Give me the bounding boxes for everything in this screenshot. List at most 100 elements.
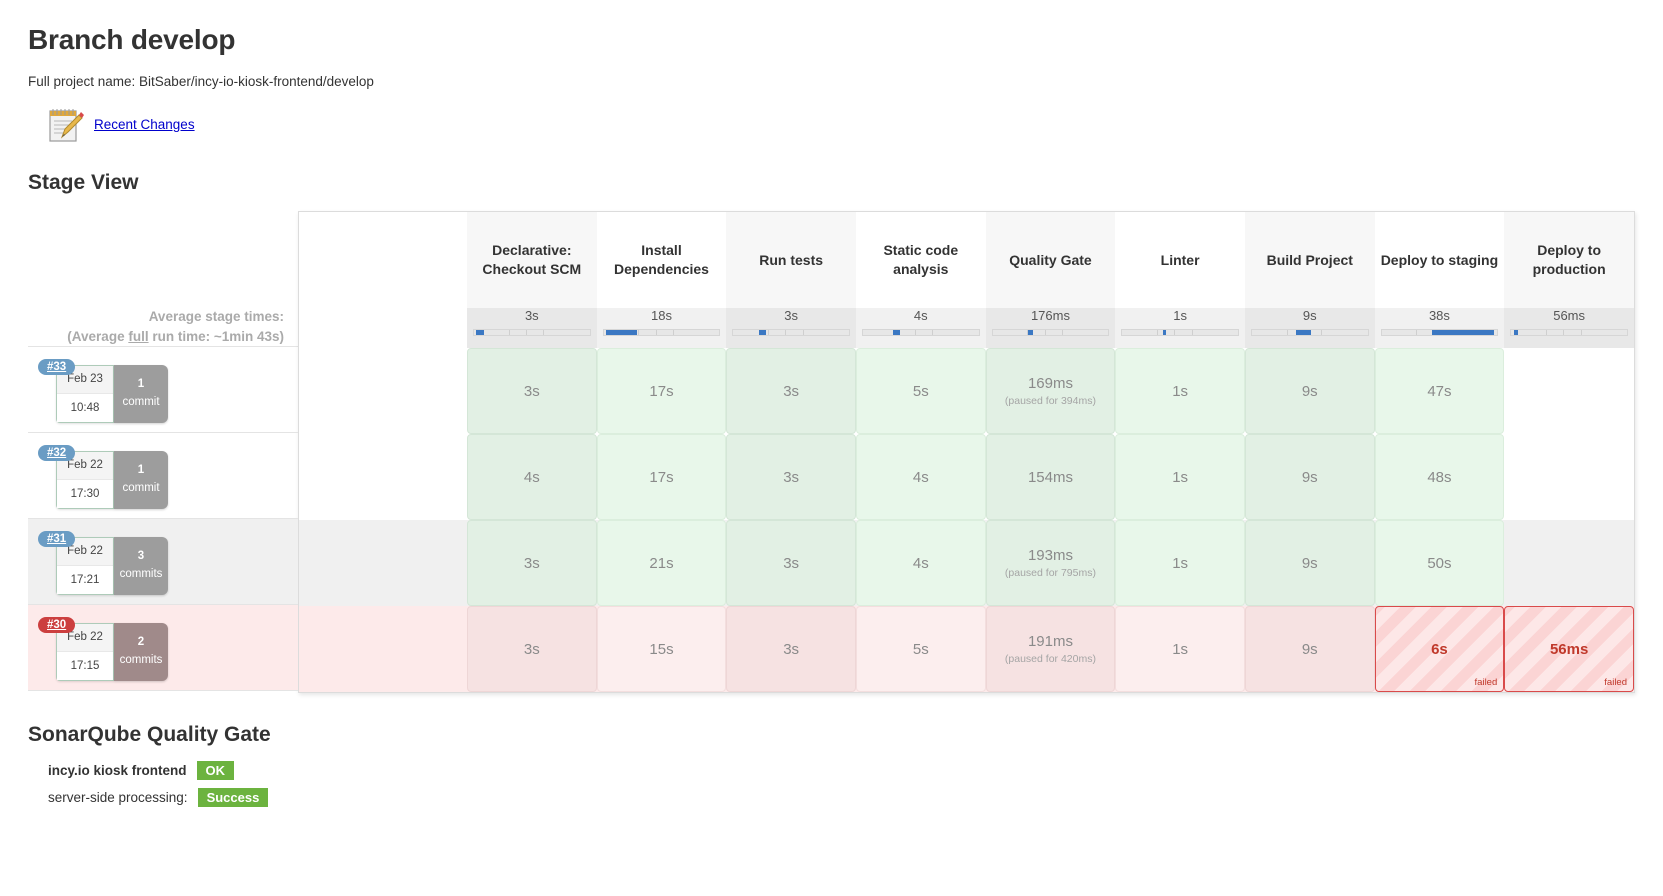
sonarqube-section: SonarQube Quality Gate incy.io kiosk fro… [28,723,1635,807]
build-row: #31 Feb 22 17:21 3 commits [28,519,298,606]
stage-cell [1504,348,1634,434]
avg-line-1: Average stage times: [148,309,284,324]
stage-header-deploy-to-production[interactable]: Deploy to production [1504,212,1634,308]
stage-header-declarative-checkout-scm[interactable]: Declarative: Checkout SCM [467,212,597,308]
stage-header-row: Declarative: Checkout SCM Install Depende… [299,212,1634,308]
stage-cell-paused: (paused for 420ms) [1004,653,1096,665]
stage-cell-box[interactable]: 6s failed [1374,606,1505,692]
stage-cell-box[interactable]: 3s [467,348,597,434]
stage-cell-box[interactable]: 4s [855,520,986,606]
recent-changes-link[interactable]: Recent Changes [94,117,195,132]
stage-cell-box[interactable]: 9s [1244,520,1375,606]
stage-header-static-code-analysis[interactable]: Static code analysis [855,212,986,308]
stage-cell-box[interactable]: 4s [855,434,986,520]
stage-cell-duration: 5s [912,640,929,658]
stage-cell-box[interactable]: 50s [1374,520,1505,606]
build-rows: #33 Feb 23 10:48 1 commit #32 Feb 22 17:30 1 comm… [28,346,298,692]
stage-cell-box[interactable]: 5s [855,606,986,692]
stage-cell-duration: 3s [783,468,800,486]
stage-cell-duration: 3s [783,554,800,572]
stage-cell-box[interactable]: 1s [1115,434,1245,520]
stage-cell-duration: 3s [523,382,540,400]
stage-row: 3s 21s 3s 4s 193ms (paused for 795ms) 1s 9s 50s [299,520,1634,606]
stage-average-time: 3s [784,308,798,323]
stage-cell-duration: 48s [1427,468,1452,486]
stage-cell-box[interactable]: 15s [596,606,727,692]
stage-cell-box[interactable]: 3s [467,520,597,606]
stage-cell: 6s failed [1374,606,1505,692]
stage-cell-box[interactable]: 1s [1115,520,1245,606]
build-row: #30 Feb 22 17:15 2 commits [28,605,298,692]
sonarqube-title: SonarQube Quality Gate [28,723,271,746]
stage-cell-box[interactable]: 169ms (paused for 394ms) [985,348,1116,434]
stage-cell-box[interactable]: 3s [726,606,856,692]
build-row: #33 Feb 23 10:48 1 commit [28,347,298,434]
build-commit-box[interactable]: 2 commits [114,622,168,681]
stage-cell-box[interactable]: 1s [1115,348,1245,434]
stage-cell-box[interactable]: 48s [1374,434,1505,520]
stage-cell-duration: 3s [523,554,540,572]
stage-cell-box[interactable]: 3s [726,520,856,606]
build-number-badge[interactable]: #31 [38,531,76,548]
stage-cell-box[interactable]: 9s [1244,606,1375,692]
stage-cell-duration: 56ms [1549,640,1589,658]
stage-cell: 47s [1374,348,1505,434]
stage-header-quality-gate[interactable]: Quality Gate [985,212,1116,308]
build-number-badge[interactable]: #33 [38,359,76,376]
stage-cell-duration: 9s [1301,468,1318,486]
build-card[interactable]: Feb 23 10:48 1 commit [56,364,168,423]
stage-cell-box[interactable]: 193ms (paused for 795ms) [985,520,1116,606]
build-card[interactable]: Feb 22 17:21 3 commits [56,536,168,595]
stage-cell-duration: 3s [783,382,800,400]
build-row: #32 Feb 22 17:30 1 commit [28,433,298,520]
stage-cell: 3s [726,434,856,520]
stage-cell-box[interactable]: 21s [596,520,727,606]
stages-table: Declarative: Checkout SCM Install Depende… [299,212,1634,692]
stage-cell: 3s [467,520,597,606]
stage-cell: 48s [1374,434,1505,520]
build-commit-box[interactable]: 3 commits [114,536,168,595]
build-commit-box[interactable]: 1 commit [114,364,168,423]
stage-cell-box[interactable]: 9s [1244,434,1375,520]
stage-cell: 3s [726,348,856,434]
status-badge[interactable]: Success [197,788,269,807]
stage-cell: 5s [855,348,986,434]
stage-cell-box[interactable]: 154ms [985,434,1116,520]
stage-cell-duration: 47s [1427,382,1452,400]
build-card[interactable]: Feb 22 17:15 2 commits [56,622,168,681]
stage-cell-box[interactable]: 3s [726,434,856,520]
build-number-badge[interactable]: #30 [38,617,76,634]
stage-header-build-project[interactable]: Build Project [1244,212,1375,308]
average-stage-times-label: Average stage times: (Average full run t… [28,211,298,346]
stage-cell: 3s [467,606,597,692]
stage-cell-box[interactable]: 47s [1374,348,1505,434]
avg-line-2: (Average full run time: ~1min 43s) [67,328,284,344]
stage-cell-duration: 21s [649,554,674,572]
stage-average-spacer [299,308,467,348]
stage-cell-box[interactable]: 191ms (paused for 420ms) [985,606,1116,692]
stage-cell-duration: 5s [912,382,929,400]
stage-cell-duration: 15s [649,640,674,658]
stage-average-cell: 3s [726,308,856,348]
stage-header-run-tests[interactable]: Run tests [726,212,856,308]
stage-header-linter[interactable]: Linter [1115,212,1245,308]
stage-cell-box[interactable]: 1s [1115,606,1245,692]
stage-cell-box[interactable]: 17s [596,434,727,520]
commit-word: commits [119,653,163,666]
build-card[interactable]: Feb 22 17:30 1 commit [56,450,168,509]
stage-header-deploy-to-staging[interactable]: Deploy to staging [1374,212,1505,308]
stage-cell-box[interactable]: 5s [855,348,986,434]
stage-header-install-dependencies[interactable]: Install Dependencies [596,212,727,308]
stage-cell-box[interactable]: 4s [467,434,597,520]
stage-cell-box[interactable]: 17s [596,348,727,434]
stage-cell-box[interactable]: 9s [1244,348,1375,434]
stage-cell-box[interactable]: 3s [467,606,597,692]
status-badge[interactable]: OK [196,761,235,780]
stage-cell-duration: 169ms [1027,375,1073,392]
stage-duration-bar [732,329,850,336]
recent-changes-row: Recent Changes [44,103,1635,145]
stage-cell-box[interactable]: 56ms failed [1504,606,1634,692]
stage-cell-box[interactable]: 3s [726,348,856,434]
build-number-badge[interactable]: #32 [38,445,76,462]
build-commit-box[interactable]: 1 commit [114,450,168,509]
